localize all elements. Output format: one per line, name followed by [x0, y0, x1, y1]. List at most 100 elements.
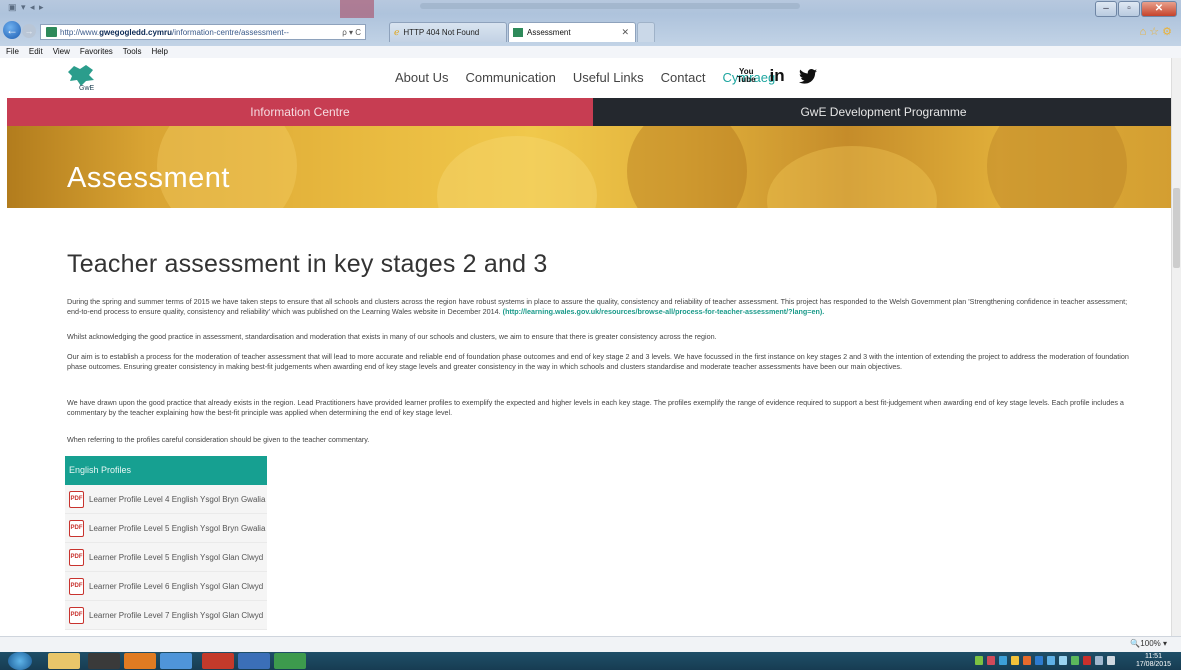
- clock-time: 11:51: [1144, 653, 1162, 660]
- section-tabs: Information Centre GwE Development Progr…: [7, 98, 1174, 126]
- menu-file[interactable]: File: [6, 46, 19, 58]
- pdf-icon: PDF: [69, 577, 84, 595]
- profile-link[interactable]: Learner Profile Level 4 English Ysgol Br…: [89, 495, 265, 504]
- tray-icon[interactable]: [1059, 656, 1067, 665]
- new-tab-button[interactable]: [637, 22, 655, 42]
- explorer-icon[interactable]: [48, 653, 80, 669]
- nav-useful-links[interactable]: Useful Links: [573, 70, 644, 85]
- search-refresh-icons[interactable]: ρ ▾ C: [342, 28, 361, 37]
- excel-icon[interactable]: [274, 653, 306, 669]
- tray-icon[interactable]: [1035, 656, 1043, 665]
- system-clock[interactable]: 11:51 17/08/2015: [1136, 653, 1171, 669]
- site-header: GwE About Us Communication Useful Links …: [7, 58, 1174, 98]
- profiles-header: English Profiles: [65, 456, 267, 485]
- browser-titlebar: ▣ ▾ ◂ ▸ – ▫ ✕ ← → http://www.gwegogledd.…: [0, 0, 1181, 46]
- gwe-logo[interactable]: GwE: [64, 62, 98, 92]
- tab-label: HTTP 404 Not Found: [403, 28, 480, 37]
- media-player-icon[interactable]: [88, 653, 120, 669]
- tray-icon[interactable]: [1071, 656, 1079, 665]
- vertical-scrollbar[interactable]: [1171, 58, 1181, 636]
- tray-icon[interactable]: [975, 656, 983, 665]
- close-tab-icon[interactable]: ✕: [621, 27, 629, 38]
- internet-explorer-icon[interactable]: [160, 653, 192, 669]
- quick-access-icons: ▣ ▾ ◂ ▸: [8, 2, 45, 12]
- pdf-icon: PDF: [69, 490, 84, 508]
- paragraph-2: Whilst acknowledging the good practice i…: [67, 332, 717, 341]
- pdf-icon: PDF: [69, 606, 84, 624]
- list-item[interactable]: PDF Learner Profile Level 6 English Ysgo…: [65, 572, 267, 601]
- address-bar[interactable]: http://www.gwegogledd.cymru/information-…: [40, 24, 366, 40]
- profiles-list: PDF Learner Profile Level 4 English Ysgo…: [65, 485, 267, 630]
- volume-icon[interactable]: [1107, 656, 1115, 665]
- site-favicon: [513, 28, 523, 37]
- outlook-icon[interactable]: [124, 653, 156, 669]
- list-item[interactable]: PDF Learner Profile Level 5 English Ysgo…: [65, 514, 267, 543]
- paragraph-3: Our aim is to establish a process for th…: [67, 352, 1129, 371]
- list-item[interactable]: PDF Learner Profile Level 4 English Ysgo…: [65, 485, 267, 514]
- pdf-icon: PDF: [69, 519, 84, 537]
- menu-help[interactable]: Help: [151, 46, 167, 58]
- window-title: [420, 3, 800, 9]
- profile-link[interactable]: Learner Profile Level 5 English Ysgol Br…: [89, 524, 265, 533]
- tab-information-centre[interactable]: Information Centre: [7, 98, 593, 126]
- tray-icon[interactable]: [1047, 656, 1055, 665]
- english-profiles-panel: English Profiles PDF Learner Profile Lev…: [65, 456, 267, 630]
- minimize-button[interactable]: –: [1095, 1, 1117, 17]
- tray-icon[interactable]: [1011, 656, 1019, 665]
- home-favorites-settings-icons[interactable]: ⌂☆⚙: [1140, 25, 1175, 38]
- nav-communication[interactable]: Communication: [465, 70, 555, 85]
- tray-icon[interactable]: [987, 656, 995, 665]
- tab-assessment[interactable]: Assessment ✕: [508, 22, 636, 42]
- acrobat-icon[interactable]: [202, 653, 234, 669]
- window-controls: – ▫ ✕: [1095, 1, 1177, 17]
- tray-icon[interactable]: [1023, 656, 1031, 665]
- profile-link[interactable]: Learner Profile Level 6 English Ysgol Gl…: [89, 582, 263, 591]
- zoom-level[interactable]: 🔍100% ▾: [1130, 639, 1167, 648]
- menu-view[interactable]: View: [53, 46, 70, 58]
- tray-icon[interactable]: [999, 656, 1007, 665]
- learning-wales-link[interactable]: (http://learning.wales.gov.uk/resources/…: [503, 307, 825, 316]
- linkedin-icon[interactable]: in: [770, 66, 785, 86]
- close-button[interactable]: ✕: [1141, 1, 1177, 17]
- paragraph-1: During the spring and summer terms of 20…: [67, 297, 1128, 316]
- menu-edit[interactable]: Edit: [29, 46, 43, 58]
- menu-favorites[interactable]: Favorites: [80, 46, 113, 58]
- tab-http-404[interactable]: ℯ HTTP 404 Not Found: [389, 22, 507, 42]
- profile-link[interactable]: Learner Profile Level 7 English Ysgol Gl…: [89, 611, 263, 620]
- social-links: You Tube in: [737, 66, 817, 86]
- menu-tools[interactable]: Tools: [123, 46, 142, 58]
- network-icon[interactable]: [1095, 656, 1103, 665]
- pdf-icon: PDF: [69, 548, 84, 566]
- main-navigation: About Us Communication Useful Links Cont…: [395, 70, 775, 85]
- start-button[interactable]: [8, 652, 32, 670]
- titlebar-highlight: [340, 0, 374, 18]
- youtube-icon[interactable]: You Tube: [737, 68, 756, 84]
- profile-link[interactable]: Learner Profile Level 5 English Ysgol Gl…: [89, 553, 263, 562]
- hero-banner: Assessment: [7, 126, 1174, 208]
- paragraph-5: When referring to the profiles careful c…: [67, 435, 370, 444]
- word-icon[interactable]: [238, 653, 270, 669]
- menu-bar: File Edit View Favorites Tools Help: [0, 46, 1181, 58]
- tab-gwe-development-programme[interactable]: GwE Development Programme: [593, 98, 1174, 126]
- nav-about-us[interactable]: About Us: [395, 70, 448, 85]
- page-title: Teacher assessment in key stages 2 and 3: [67, 250, 548, 278]
- ie-icon: ℯ: [394, 27, 400, 37]
- scrollbar-thumb[interactable]: [1173, 188, 1180, 268]
- list-item[interactable]: PDF Learner Profile Level 5 English Ysgo…: [65, 543, 267, 572]
- site-favicon: [46, 27, 57, 37]
- back-button[interactable]: ←: [3, 21, 21, 39]
- svg-text:GwE: GwE: [79, 85, 95, 92]
- tray-icon[interactable]: [1083, 656, 1091, 665]
- forward-button[interactable]: →: [22, 24, 36, 38]
- windows-taskbar: 11:51 17/08/2015: [0, 652, 1181, 670]
- nav-contact[interactable]: Contact: [661, 70, 706, 85]
- maximize-button[interactable]: ▫: [1118, 1, 1140, 17]
- address-url[interactable]: http://www.gwegogledd.cymru/information-…: [60, 28, 342, 37]
- status-bar: 🔍100% ▾: [0, 636, 1181, 652]
- hero-title: Assessment: [67, 162, 230, 194]
- system-tray: [975, 656, 1115, 665]
- list-item[interactable]: PDF Learner Profile Level 7 English Ysgo…: [65, 601, 267, 630]
- twitter-icon[interactable]: [798, 68, 817, 84]
- clock-date: 17/08/2015: [1135, 661, 1171, 668]
- article-content: Teacher assessment in key stages 2 and 3: [67, 250, 1147, 279]
